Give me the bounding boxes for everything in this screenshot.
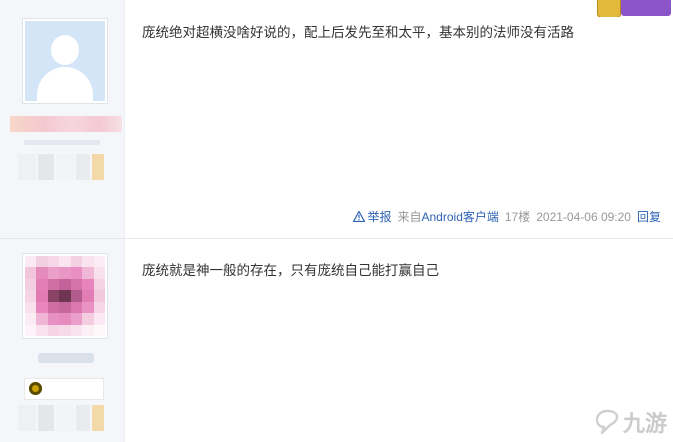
post-text: 庞统绝对超横没啥好说的，配上后发先至和太平，基本别的法师没有活路: [142, 25, 574, 40]
level-medal-icon: [29, 382, 42, 395]
author-rank-blurred: [24, 140, 100, 145]
forum-thread: 庞统绝对超横没啥好说的，配上后发先至和太平，基本别的法师没有活路 举报 来自An…: [0, 0, 673, 442]
post-datetime: 2021-04-06 09:20: [536, 209, 631, 224]
watermark-text: 九游: [622, 411, 667, 436]
post-17: 庞统绝对超横没啥好说的，配上后发先至和太平，基本别的法师没有活路 举报 来自An…: [0, 0, 673, 238]
author-badges-blurred: [18, 405, 104, 431]
author-name-blurred[interactable]: [38, 353, 94, 363]
default-avatar-icon: [25, 21, 105, 101]
post-18: 庞统就是神一般的存在，只有庞统自己能打赢自己: [0, 239, 673, 442]
avatar[interactable]: [22, 253, 108, 339]
post-text: 庞统就是神一般的存在，只有庞统自己能打赢自己: [142, 263, 439, 278]
author-sidebar: [0, 0, 125, 238]
author-sidebar: [0, 239, 125, 442]
jiuyou-logo-icon: [595, 409, 619, 435]
source-link[interactable]: Android客户端: [422, 210, 499, 224]
floor-number: 17楼: [504, 210, 531, 224]
report-link[interactable]: 举报: [353, 208, 391, 225]
post-content: 庞统就是神一般的存在，只有庞统自己能打赢自己: [124, 239, 673, 442]
reply-link[interactable]: 回复: [637, 208, 661, 225]
pixelated-avatar-image: [25, 256, 105, 336]
warning-triangle-icon: [353, 211, 366, 222]
author-name-blurred[interactable]: [10, 116, 122, 132]
post-content: 庞统绝对超横没啥好说的，配上后发先至和太平，基本别的法师没有活路 举报 来自An…: [124, 0, 673, 238]
post-source: 来自Android客户端: [397, 210, 499, 224]
report-label: 举报: [367, 210, 392, 224]
post-meta: 举报 来自Android客户端 17楼 2021-04-06 09:20 回复: [353, 208, 661, 225]
site-watermark: 九游: [593, 406, 667, 438]
author-badges-blurred: [18, 154, 104, 180]
author-level-row: [24, 378, 104, 400]
avatar[interactable]: [22, 18, 108, 104]
